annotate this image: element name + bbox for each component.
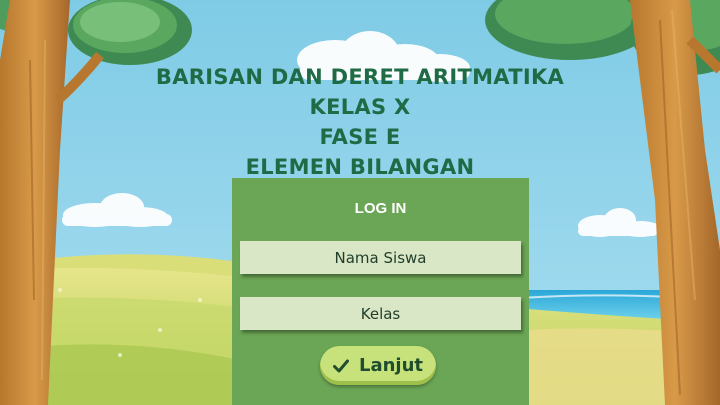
- class-input[interactable]: [240, 297, 521, 330]
- check-icon: [332, 359, 349, 372]
- continue-button[interactable]: Lanjut: [320, 346, 436, 385]
- title-line-1: BARISAN DAN DERET ARITMATIKA: [155, 65, 565, 89]
- title-line-3: FASE E: [319, 125, 401, 149]
- continue-button-label: Lanjut: [358, 355, 424, 376]
- page-title: BARISAN DAN DERET ARITMATIKA KELAS X FAS…: [0, 62, 720, 182]
- login-heading: LOG IN: [354, 200, 407, 217]
- student-name-input[interactable]: [240, 241, 521, 274]
- title-line-2: KELAS X: [309, 95, 411, 119]
- login-panel: LOG IN Lanjut: [232, 178, 529, 405]
